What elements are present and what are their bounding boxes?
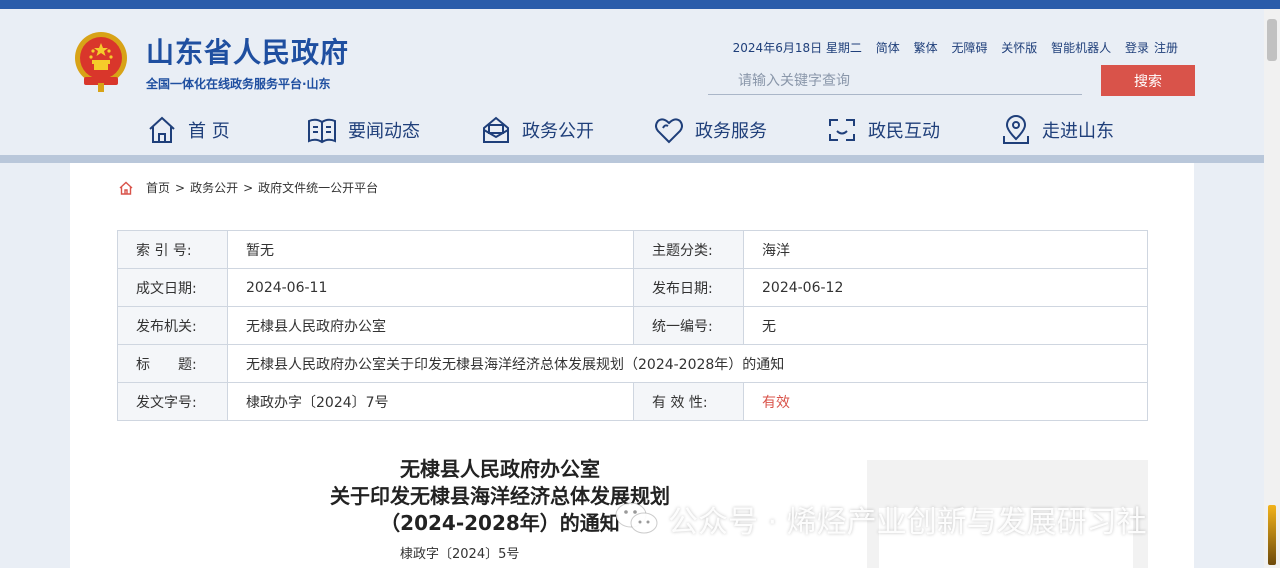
validity-value: 有效 bbox=[743, 382, 1148, 421]
nav-services-label: 政务服务 bbox=[695, 121, 767, 142]
site-title[interactable]: 山东省人民政府 bbox=[146, 31, 349, 71]
newspaper-icon bbox=[308, 118, 336, 144]
title-value: 无棣县人民政府办公室关于印发无棣县海洋经济总体发展规划（2024-2028年）的… bbox=[227, 344, 1148, 383]
document-meta-table: 索 引 号: 暂无 主题分类: 海洋 成文日期: 2024-06-11 发布日期… bbox=[117, 230, 1148, 421]
top-accent-bar bbox=[0, 0, 1280, 9]
watermark-text: 公众号 · 烯烃产业创新与发展研习社 bbox=[668, 505, 1147, 540]
table-row: 发布机关: 无棣县人民政府办公室 统一编号: 无 bbox=[117, 306, 1148, 345]
site-subtitle[interactable]: 全国一体化在线政务服务平台·山东 bbox=[146, 75, 331, 92]
nav-news-label: 要闻动态 bbox=[348, 121, 420, 142]
nav-services[interactable]: 政务服务 bbox=[653, 112, 767, 148]
breadcrumb-separator: > bbox=[175, 180, 186, 195]
created-date-label: 成文日期: bbox=[117, 268, 228, 307]
table-row: 发文字号: 棣政办字〔2024〕7号 有 效 性: 有效 bbox=[117, 382, 1148, 421]
nav-open-affairs-label: 政务公开 bbox=[522, 121, 594, 142]
nav-home-label: 首 页 bbox=[188, 121, 230, 142]
unified-number-value: 无 bbox=[743, 306, 1148, 345]
topic-label: 主题分类: bbox=[633, 230, 744, 269]
home-icon bbox=[149, 116, 175, 143]
title-label: 标 题: bbox=[117, 344, 228, 383]
issuer-label: 发布机关: bbox=[117, 306, 228, 345]
nav-news[interactable]: 要闻动态 bbox=[306, 112, 420, 148]
unified-number-label: 统一编号: bbox=[633, 306, 744, 345]
main-nav: 首 页 要闻动态 政务公开 政务服务 政民互动 走进山东 bbox=[0, 112, 1264, 148]
open-box-icon bbox=[483, 116, 509, 143]
location-icon bbox=[1003, 115, 1029, 144]
care-mode-link[interactable]: 关怀版 bbox=[1001, 41, 1037, 55]
nav-home[interactable]: 首 页 bbox=[146, 112, 230, 148]
validity-label: 有 效 性: bbox=[633, 382, 744, 421]
breadcrumb-separator: > bbox=[243, 180, 254, 195]
nav-interaction[interactable]: 政民互动 bbox=[826, 112, 940, 148]
breadcrumb: 首页 > 政务公开 > 政府文件统一公开平台 bbox=[118, 179, 378, 196]
published-date-value: 2024-06-12 bbox=[743, 268, 1148, 307]
issuer-value: 无棣县人民政府办公室 bbox=[227, 306, 634, 345]
top-links: 2024年6月18日 星期二 简体 繁体 无障碍 关怀版 智能机器人 登录 注册 bbox=[733, 39, 1178, 56]
table-row: 标 题: 无棣县人民政府办公室关于印发无棣县海洋经济总体发展规划（2024-20… bbox=[117, 344, 1148, 383]
published-date-label: 发布日期: bbox=[633, 268, 744, 307]
accessibility-link[interactable]: 无障碍 bbox=[951, 41, 987, 55]
interaction-icon bbox=[829, 119, 855, 141]
login-link[interactable]: 登录 bbox=[1125, 41, 1149, 55]
search-button[interactable]: 搜索 bbox=[1101, 65, 1195, 96]
nav-shandong-label: 走进山东 bbox=[1042, 121, 1114, 142]
topic-value: 海洋 bbox=[743, 230, 1148, 269]
table-row: 索 引 号: 暂无 主题分类: 海洋 bbox=[117, 230, 1148, 269]
document-number: 棣政字〔2024〕5号 bbox=[400, 547, 520, 562]
scrollbar[interactable] bbox=[1264, 9, 1280, 568]
index-label: 索 引 号: bbox=[117, 230, 228, 269]
created-date-value: 2024-06-11 bbox=[227, 268, 634, 307]
nav-open-affairs[interactable]: 政务公开 bbox=[480, 112, 594, 148]
search-input[interactable] bbox=[708, 67, 1082, 95]
nav-interaction-label: 政民互动 bbox=[868, 121, 940, 142]
register-link[interactable]: 注册 bbox=[1154, 41, 1178, 55]
traditional-link[interactable]: 繁体 bbox=[914, 41, 938, 55]
doc-number-value: 棣政办字〔2024〕7号 bbox=[227, 382, 634, 421]
document-title-line: 无棣县人民政府办公室 bbox=[400, 457, 600, 481]
nav-divider bbox=[0, 155, 1264, 163]
breadcrumb-home[interactable]: 首页 bbox=[146, 179, 170, 196]
robot-link[interactable]: 智能机器人 bbox=[1051, 41, 1111, 55]
national-emblem-icon[interactable] bbox=[72, 31, 130, 93]
breadcrumb-open-affairs[interactable]: 政务公开 bbox=[190, 179, 238, 196]
simplified-link[interactable]: 简体 bbox=[876, 41, 900, 55]
wechat-icon bbox=[615, 502, 658, 534]
home-small-icon bbox=[119, 181, 133, 195]
doc-number-label: 发文字号: bbox=[117, 382, 228, 421]
scroll-thumb[interactable] bbox=[1267, 19, 1277, 61]
current-date: 2024年6月18日 星期二 bbox=[732, 41, 862, 55]
nav-shandong[interactable]: 走进山东 bbox=[1000, 112, 1114, 148]
watermark: 公众号 · 烯烃产业创新与发展研习社 bbox=[614, 497, 1147, 541]
heart-icon bbox=[655, 118, 683, 144]
index-value: 暂无 bbox=[227, 230, 634, 269]
breadcrumb-documents[interactable]: 政府文件统一公开平台 bbox=[258, 179, 378, 196]
scroll-marker bbox=[1268, 505, 1276, 565]
table-row: 成文日期: 2024-06-11 发布日期: 2024-06-12 bbox=[117, 268, 1148, 307]
